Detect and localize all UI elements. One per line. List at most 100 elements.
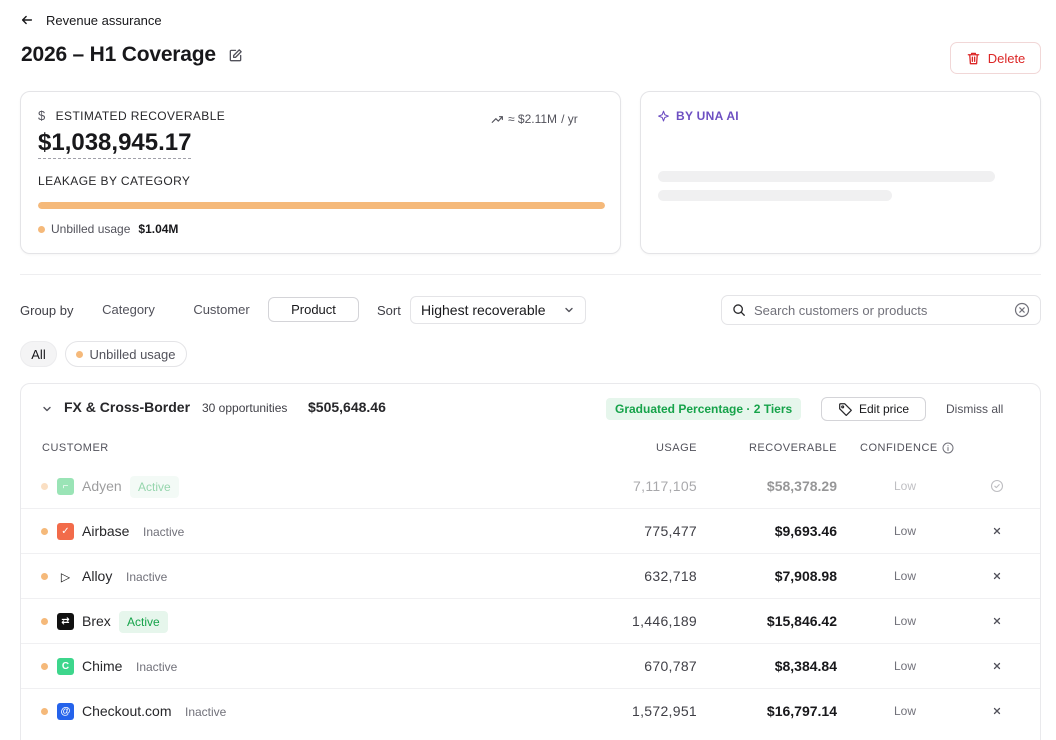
ai-label-row: BY UNA AI xyxy=(657,109,739,123)
page-title: 2026 – H1 Coverage xyxy=(21,43,216,66)
customer-logo-icon: ⇄ xyxy=(57,613,74,630)
chip-label: Unbilled usage xyxy=(89,346,176,362)
chevron-down-icon xyxy=(565,307,573,313)
customer-name[interactable]: Adyen xyxy=(82,478,122,494)
dismiss-all-button[interactable]: Dismiss all xyxy=(946,402,1003,416)
recoverable-value: $8,384.84 xyxy=(774,658,837,674)
table-row[interactable]: ✓ Airbase Inactive 775,477 $9,693.46 Low xyxy=(21,509,1040,554)
status-badge: Inactive xyxy=(136,660,178,674)
product-group-card: FX & Cross-Border 30 opportunities $505,… xyxy=(20,383,1041,740)
legend-dot xyxy=(38,225,45,233)
pricing-badge: Graduated Percentage · 2 Tiers xyxy=(606,398,802,420)
filter-chip-all[interactable]: All xyxy=(20,341,57,367)
table-row[interactable]: ▷ Alloy Inactive 632,718 $7,908.98 Low xyxy=(21,554,1040,599)
search-input[interactable] xyxy=(754,302,1006,318)
customer-logo-icon: C xyxy=(57,658,74,675)
table-row[interactable]: @ Checkout.com Inactive 1,572,951 $16,79… xyxy=(21,689,1040,734)
confidence-value: Low xyxy=(893,569,916,583)
customer-logo-icon: ✓ xyxy=(57,523,74,540)
recoverable-value: $16,797.14 xyxy=(766,703,837,719)
customer-logo-icon: ▷ xyxy=(57,568,74,585)
group-header: FX & Cross-Border 30 opportunities $505,… xyxy=(21,397,1040,421)
dismiss-icon[interactable] xyxy=(990,614,1004,628)
confidence-value: Low xyxy=(893,659,916,673)
usage-value: 670,787 xyxy=(644,658,697,674)
group-title[interactable]: FX & Cross-Border xyxy=(64,399,190,415)
chevron-down-icon[interactable] xyxy=(41,403,53,415)
row-category-dot xyxy=(41,573,48,580)
estimated-value[interactable]: $1,038,945.17 xyxy=(38,129,192,159)
trend-up-icon xyxy=(491,115,503,123)
page-title-row: 2026 – H1 Coverage xyxy=(21,43,243,67)
customer-name[interactable]: Brex xyxy=(82,613,111,629)
table-row[interactable]: ⇄ Brex Active 1,446,189 $15,846.42 Low xyxy=(21,599,1040,644)
group-amount: $505,648.46 xyxy=(308,399,386,415)
status-badge: Active xyxy=(119,611,168,633)
table-row[interactable]: C Chime Inactive 670,787 $8,384.84 Low xyxy=(21,644,1040,689)
customer-name[interactable]: Chime xyxy=(82,658,122,674)
usage-value: 775,477 xyxy=(644,523,697,539)
annualized-value: ≈ $2.11M xyxy=(508,112,558,126)
status-badge: Inactive xyxy=(185,705,227,719)
leakage-label: LEAKAGE BY CATEGORY xyxy=(38,174,191,188)
chip-dot xyxy=(76,350,84,358)
delete-button-label: Delete xyxy=(987,50,1026,66)
ai-insight-card: BY UNA AI xyxy=(640,91,1041,254)
edit-price-label: Edit price xyxy=(858,402,910,416)
search-box[interactable] xyxy=(721,295,1041,325)
ai-label: BY UNA AI xyxy=(676,109,739,123)
customer-logo-icon: @ xyxy=(57,703,74,720)
trash-icon xyxy=(967,52,980,64)
column-header-recoverable[interactable]: RECOVERABLE xyxy=(737,442,837,454)
usage-value: 632,718 xyxy=(644,568,697,584)
group-by-label: Group by xyxy=(20,303,74,318)
back-link[interactable]: Revenue assurance xyxy=(20,10,162,30)
status-badge: Inactive xyxy=(143,525,185,539)
usage-value: 1,572,951 xyxy=(632,703,697,719)
dismiss-icon[interactable] xyxy=(990,659,1004,673)
recoverable-value: $7,908.98 xyxy=(774,568,837,584)
arrow-left-icon xyxy=(21,15,33,25)
clear-search-icon[interactable] xyxy=(1014,302,1030,318)
group-by-product[interactable]: Product xyxy=(268,297,359,322)
group-by-category[interactable]: Category xyxy=(88,297,169,322)
section-divider xyxy=(20,274,1041,275)
customer-logo-icon: ⌐ xyxy=(57,478,74,495)
annualized-estimate: ≈ $2.11M / yr xyxy=(491,112,578,126)
annualized-unit: / yr xyxy=(561,112,578,126)
estimated-recoverable-card: $ ESTIMATED RECOVERABLE $1,038,945.17 ≈ … xyxy=(20,91,621,254)
dismiss-icon[interactable] xyxy=(990,569,1004,583)
leakage-legend: Unbilled usage $1.04M xyxy=(38,222,178,236)
column-header-usage[interactable]: USAGE xyxy=(621,442,697,454)
confidence-value: Low xyxy=(893,479,916,493)
back-link-label: Revenue assurance xyxy=(46,12,162,28)
column-header-confidence: CONFIDENCE xyxy=(860,442,954,454)
edit-icon[interactable] xyxy=(228,48,243,63)
sort-label: Sort xyxy=(377,303,401,318)
recoverable-value: $15,846.42 xyxy=(766,613,837,629)
confidence-header-label: CONFIDENCE xyxy=(860,442,938,454)
estimated-label-row: $ ESTIMATED RECOVERABLE xyxy=(38,108,225,123)
leakage-bar xyxy=(38,202,605,209)
confidence-value: Low xyxy=(893,704,916,718)
loading-skeleton-line xyxy=(658,171,995,182)
customer-name[interactable]: Checkout.com xyxy=(82,703,171,719)
edit-price-button[interactable]: Edit price xyxy=(821,397,926,421)
dollar-icon: $ xyxy=(38,108,46,123)
group-by-customer[interactable]: Customer xyxy=(181,297,262,322)
usage-value: 1,446,189 xyxy=(632,613,697,629)
delete-button[interactable]: Delete xyxy=(950,42,1041,74)
leakage-bar-unbilled xyxy=(38,202,605,209)
info-icon[interactable] xyxy=(942,442,954,454)
sort-select[interactable]: Highest recoverable xyxy=(410,296,586,324)
customer-name[interactable]: Alloy xyxy=(82,568,112,584)
table-row[interactable]: ⌐ Adyen Active 7,117,105 $58,378.29 Low xyxy=(21,464,1040,509)
filter-chip-unbilled-usage[interactable]: Unbilled usage xyxy=(65,341,187,367)
dismiss-icon[interactable] xyxy=(990,704,1004,718)
status-badge: Inactive xyxy=(126,570,168,584)
row-category-dot xyxy=(41,528,48,535)
check-circle-icon[interactable] xyxy=(990,479,1004,493)
dismiss-icon[interactable] xyxy=(990,524,1004,538)
recoverable-value: $9,693.46 xyxy=(774,523,837,539)
customer-name[interactable]: Airbase xyxy=(82,523,129,539)
